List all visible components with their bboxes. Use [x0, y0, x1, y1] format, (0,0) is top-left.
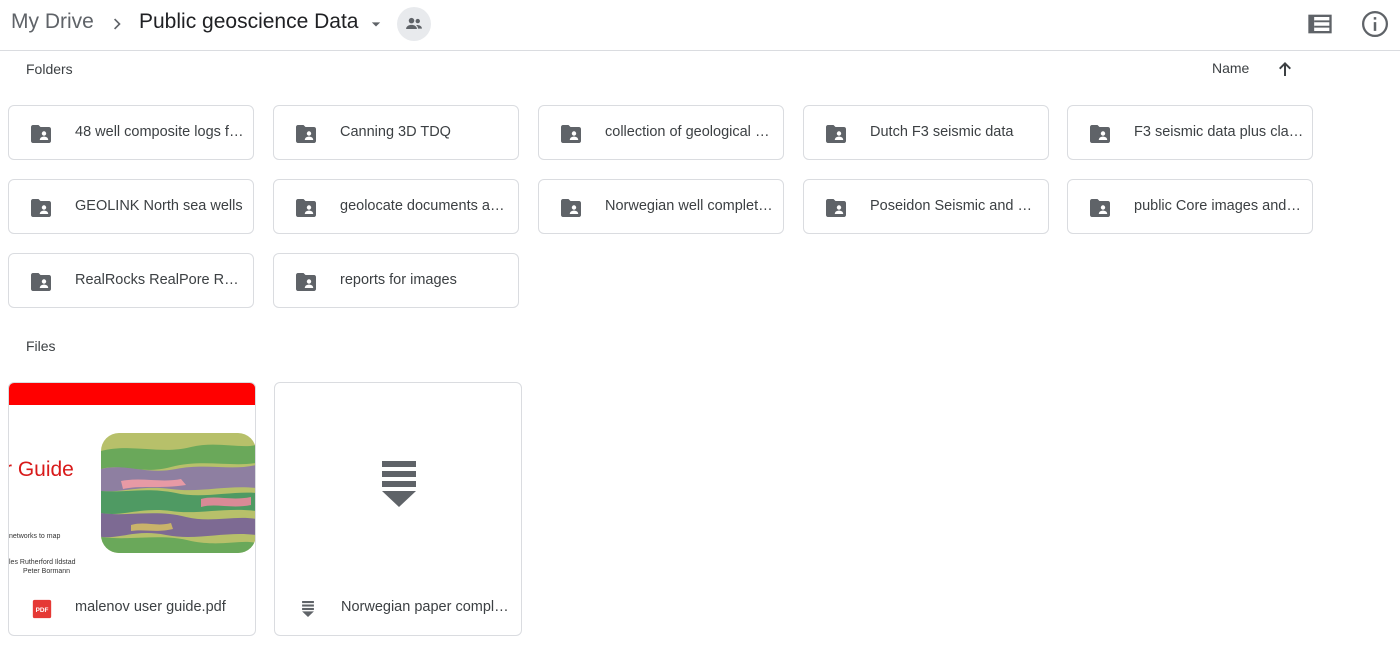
- folder-tile[interactable]: public Core images and descriptions: [1067, 179, 1313, 234]
- archive-icon: [382, 461, 416, 507]
- folder-tile[interactable]: GEOLINK North sea wells: [8, 179, 254, 234]
- shared-folder-icon: [561, 199, 581, 217]
- folder-tile[interactable]: F3 seismic data plus classified facies: [1067, 105, 1313, 160]
- shared-folder-icon: [296, 125, 316, 143]
- folder-name: Poseidon Seismic and well data: [870, 198, 1040, 214]
- file-thumbnail: [275, 383, 521, 582]
- pdf-preview-text: les Rutherford Ildstad: [9, 559, 76, 566]
- caret-down-icon[interactable]: [366, 14, 386, 34]
- folder-tile[interactable]: collection of geological data: [538, 105, 784, 160]
- files-section-label: Files: [26, 338, 56, 354]
- shared-folder-icon: [826, 199, 846, 217]
- folder-tile[interactable]: reports for images: [273, 253, 519, 308]
- info-icon[interactable]: [1360, 9, 1390, 39]
- pdf-preview-title: r Guide: [9, 458, 74, 481]
- folder-tile[interactable]: Canning 3D TDQ: [273, 105, 519, 160]
- folders-section-label: Folders: [26, 61, 73, 77]
- shared-folder-button[interactable]: [397, 7, 431, 41]
- pdf-preview-text: Peter Bormann: [23, 568, 71, 575]
- list-view-icon[interactable]: [1306, 10, 1334, 38]
- pdf-preview: r Guide networks to map les Rutherford I…: [9, 383, 255, 582]
- breadcrumb-my-drive[interactable]: My Drive: [11, 10, 94, 34]
- folder-name: reports for images: [340, 272, 457, 288]
- shared-folder-icon: [296, 273, 316, 291]
- file-name: Norwegian paper completion reports: [341, 599, 511, 615]
- pdf-header-bar: [9, 383, 255, 405]
- shared-folder-icon: [826, 125, 846, 143]
- folder-name: public Core images and descriptions: [1134, 198, 1304, 214]
- shared-folder-icon: [1090, 199, 1110, 217]
- folder-tile[interactable]: Dutch F3 seismic data: [803, 105, 1049, 160]
- chevron-right-icon: [114, 18, 121, 30]
- folder-name: Canning 3D TDQ: [340, 124, 451, 140]
- breadcrumb-current-folder[interactable]: Public geoscience Data: [139, 10, 358, 34]
- shared-folder-icon: [31, 199, 51, 217]
- file-tile-archive[interactable]: Norwegian paper completion reports: [274, 382, 522, 636]
- pdf-icon: PDF: [32, 599, 52, 619]
- svg-text:PDF: PDF: [36, 607, 49, 614]
- folder-tile[interactable]: Norwegian well completion reports: [538, 179, 784, 234]
- folder-name: GEOLINK North sea wells: [75, 198, 243, 214]
- shared-folder-icon: [31, 125, 51, 143]
- file-thumbnail: r Guide networks to map les Rutherford I…: [9, 383, 255, 582]
- file-footer: Norwegian paper completion reports: [275, 582, 521, 635]
- shared-folder-icon: [31, 273, 51, 291]
- shared-folder-icon: [561, 125, 581, 143]
- arrow-up-icon[interactable]: [1273, 57, 1297, 81]
- folder-name: geolocate documents and reports: [340, 198, 510, 214]
- top-bar: My Drive Public geoscience Data: [0, 0, 1400, 51]
- file-name: malenov user guide.pdf: [75, 599, 226, 615]
- file-footer: PDF malenov user guide.pdf: [9, 582, 255, 635]
- shared-folder-icon: [1090, 125, 1110, 143]
- folder-name: Norwegian well completion reports: [605, 198, 775, 214]
- folder-name: RealRocks RealPore RealSims: [75, 272, 245, 288]
- shared-folder-icon: [296, 199, 316, 217]
- folder-tile[interactable]: RealRocks RealPore RealSims: [8, 253, 254, 308]
- archive-icon: [302, 601, 314, 617]
- folder-name: collection of geological data: [605, 124, 775, 140]
- folder-tile[interactable]: 48 well composite logs from the Dutch an…: [8, 105, 254, 160]
- folder-name: Dutch F3 seismic data: [870, 124, 1014, 140]
- folder-name: 48 well composite logs from the Dutch an…: [75, 124, 245, 140]
- file-tile-pdf[interactable]: r Guide networks to map les Rutherford I…: [8, 382, 256, 636]
- seismic-image-preview: [101, 433, 255, 553]
- sort-by-name-button[interactable]: Name: [1212, 60, 1249, 76]
- people-icon: [406, 17, 422, 29]
- pdf-preview-text: networks to map: [9, 533, 61, 540]
- folder-name: F3 seismic data plus classified facies: [1134, 124, 1304, 140]
- folder-tile[interactable]: Poseidon Seismic and well data: [803, 179, 1049, 234]
- folder-tile[interactable]: geolocate documents and reports: [273, 179, 519, 234]
